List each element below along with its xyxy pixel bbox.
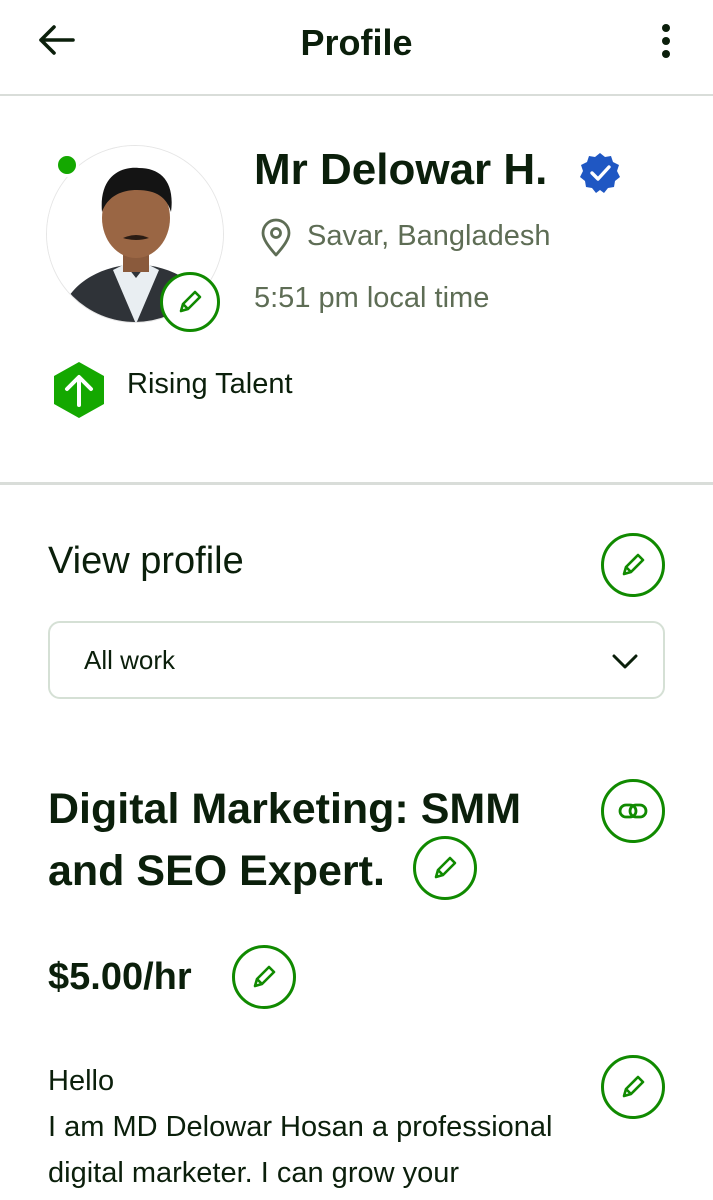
more-vertical-icon <box>662 24 670 58</box>
more-options-button[interactable] <box>648 18 684 64</box>
hourly-rate: $5.00/hr <box>48 956 192 998</box>
overview-line: digital marketer. I can grow your <box>48 1157 460 1189</box>
profile-location: Savar, Bangladesh <box>307 220 551 252</box>
edit-overview-button[interactable] <box>601 1055 665 1119</box>
profile-screen: Profile Mr Delowar H. Savar, Bangladesh … <box>0 0 713 1200</box>
edit-rate-button[interactable] <box>232 945 296 1009</box>
rising-talent-icon <box>54 362 104 418</box>
profile-overview: Hello I am MD Delowar Hosan a profession… <box>48 1058 593 1196</box>
chevron-down-icon <box>612 654 638 669</box>
select-value: All work <box>84 645 176 675</box>
pencil-icon <box>253 965 276 988</box>
link-icon <box>618 803 648 819</box>
overview-line: I am MD Delowar Hosan a professional <box>48 1111 553 1143</box>
headline-line-2: and SEO Expert. <box>48 847 385 895</box>
profile-headline: Digital Marketing: SMM and SEO Expert. <box>48 778 568 902</box>
pencil-icon <box>179 290 202 313</box>
avatar-container <box>46 145 224 332</box>
pencil-icon <box>622 1075 645 1098</box>
profile-view-select[interactable]: All work <box>48 621 665 699</box>
section-divider <box>0 482 713 485</box>
pencil-icon <box>434 856 457 879</box>
page-title: Profile <box>300 22 413 63</box>
app-header: Profile <box>0 0 713 96</box>
online-status-indicator <box>55 153 79 177</box>
rising-talent-badge: Rising Talent <box>127 368 293 400</box>
headline-line-1: Digital Marketing: SMM <box>48 785 522 833</box>
overview-line: Hello <box>48 1065 115 1097</box>
profile-name: Mr Delowar H. <box>254 145 548 194</box>
pencil-icon <box>622 553 645 576</box>
local-time: 5:51 pm local time <box>254 282 490 314</box>
edit-view-profile-button[interactable] <box>601 533 665 597</box>
view-profile-heading: View profile <box>48 540 244 582</box>
edit-photo-button[interactable] <box>160 272 220 332</box>
verified-badge-icon <box>580 153 620 193</box>
edit-headline-button[interactable] <box>413 836 477 900</box>
location-pin-icon <box>261 218 291 257</box>
copy-link-button[interactable] <box>601 779 665 843</box>
